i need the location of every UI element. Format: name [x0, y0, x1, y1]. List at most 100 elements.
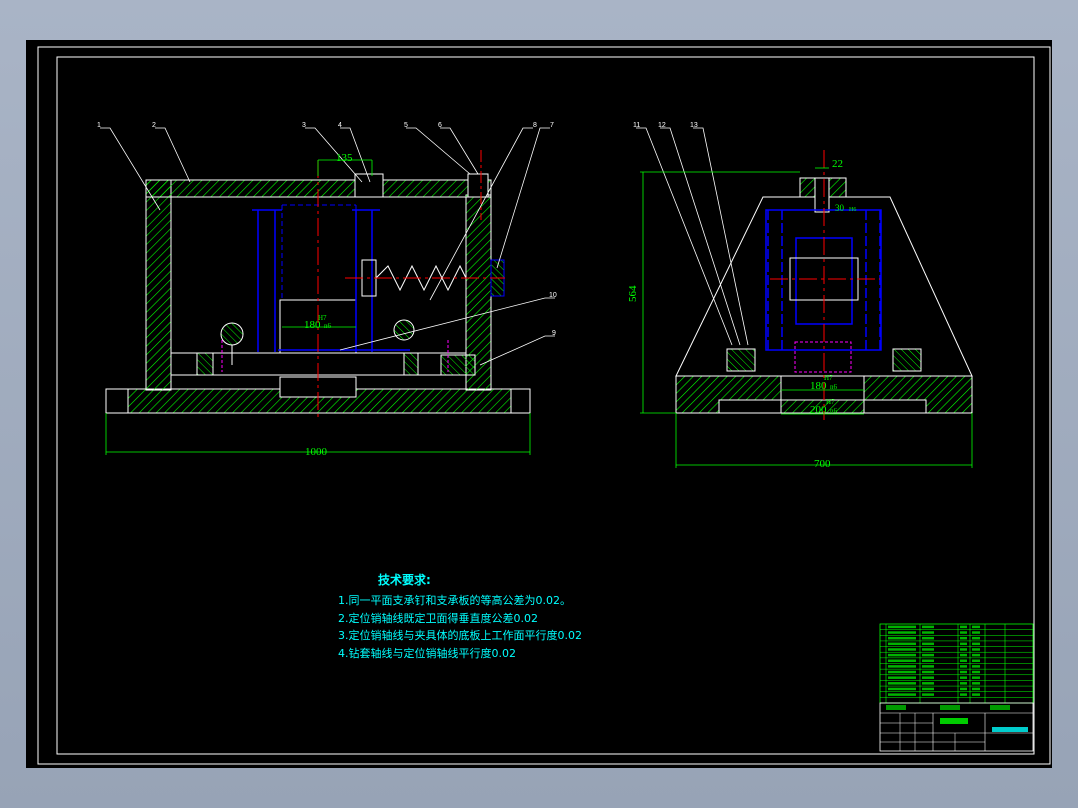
dimension-side-hole: 30 [835, 203, 845, 213]
inner-base-pad-right [403, 352, 419, 376]
part-label: 12 [658, 122, 666, 129]
bom-cell-mark [960, 642, 967, 646]
bom-cell-mark [960, 653, 967, 657]
bom-cell-mark [922, 659, 934, 662]
bom-cell-mark [972, 625, 980, 629]
notes-heading: 技术要求: [378, 572, 431, 587]
part-label: 2 [152, 122, 156, 129]
bom-cell-mark [888, 687, 916, 691]
bom-cell-mark [922, 653, 934, 657]
bom-cell-mark [960, 687, 967, 691]
part-label: 3 [302, 122, 306, 129]
bom-cell-mark [960, 631, 967, 634]
bom-cell-mark [888, 625, 916, 629]
bom-cell-mark [960, 676, 967, 679]
side-right-clamp [892, 348, 922, 372]
gauge-left [220, 322, 244, 346]
bom-cell-mark [960, 648, 967, 651]
note-item: 3.定位销轴线与夹具体的底板上工作面平行度0.02 [338, 628, 582, 642]
bom-cell-mark [972, 687, 980, 691]
side-base-recess-left [718, 399, 782, 414]
bom-cell-mark [888, 653, 916, 657]
dimension-pin-fit: 180 [304, 319, 321, 331]
bom-cell-mark [922, 625, 934, 629]
bom-cell-mark [888, 648, 916, 651]
bom-cell-mark [888, 670, 916, 674]
bom-cell-mark [972, 676, 980, 679]
cad-drawing-canvas: 1 2 3 4 5 6 8 7 10 9 1000 135 H7 180 n6 [26, 40, 1052, 768]
bom-cell-mark [960, 665, 967, 668]
bom-cell-mark [972, 659, 980, 662]
bom-cell-mark [972, 653, 980, 657]
dimension-pin-fit-sub: n6 [324, 322, 332, 330]
bom-cell-mark [922, 642, 934, 646]
part-label: 4 [338, 122, 342, 129]
left-wall [145, 179, 172, 391]
bom-cell-mark [972, 670, 980, 674]
dimension-side-top: 22 [832, 158, 843, 170]
bom-cell-mark [922, 693, 934, 696]
part-label: 1 [97, 122, 101, 129]
bom-cell-mark [972, 693, 980, 696]
bom-cell-mark [888, 659, 916, 662]
bom-cell-mark [922, 676, 934, 679]
bom-cell-mark [972, 665, 980, 668]
bom-cell-mark [888, 631, 916, 634]
side-top-hole [814, 177, 830, 213]
dimension-side-pin-sub: n6 [830, 383, 838, 391]
dimension-top-offset: 135 [336, 152, 353, 164]
inner-base-pad-left [196, 352, 214, 376]
clamp-body [440, 354, 476, 376]
bom-cell-mark [960, 670, 967, 674]
bom-cell-mark [922, 670, 934, 674]
bom-cell-mark [960, 682, 967, 685]
note-item: 2.定位销轴线既定卫面得垂直度公差0.02 [338, 611, 538, 625]
side-base-recess-right [863, 399, 927, 414]
bom-cell-mark [960, 659, 967, 662]
bom-cell-mark [972, 636, 980, 640]
dimension-front-width: 1000 [305, 446, 328, 458]
part-label: 13 [690, 122, 698, 129]
top-cover-bushing [354, 173, 384, 198]
part-label: 11 [633, 122, 640, 129]
gauge-right [393, 319, 415, 341]
part-label: 7 [550, 122, 554, 129]
dimension-side-bore-tol: H7 [826, 398, 835, 406]
dimension-side-hole-sub: H6 [849, 207, 856, 213]
dimension-side-height: 564 [627, 285, 639, 302]
bom-cell-mark [888, 636, 916, 640]
bom-cell-mark [888, 693, 916, 696]
bom-cell-mark [960, 636, 967, 640]
bom-cell-mark [960, 693, 967, 696]
bom-cell-mark [888, 642, 916, 646]
top-cover-screw [467, 173, 489, 198]
dimension-side-bore-sub: n6 [830, 407, 838, 415]
part-label: 6 [438, 122, 442, 129]
bom-cell-mark [922, 687, 934, 691]
bom-cell-mark [922, 682, 934, 685]
side-left-clamp [726, 348, 756, 372]
bom-cell-mark [888, 665, 916, 668]
part-label: 8 [533, 122, 537, 129]
dimension-side-pin: 180 [810, 380, 827, 392]
bom-cell-mark [922, 665, 934, 668]
base-slot-left [105, 388, 129, 414]
bom-cell-mark [888, 682, 916, 685]
bom-cell-mark [972, 631, 980, 634]
bom-cell-mark [960, 625, 967, 629]
part-label: 10 [549, 292, 557, 299]
note-item: 1.同一平面支承钉和支承板的等高公差为0.02。 [338, 593, 571, 607]
bom-cell-mark [922, 631, 934, 634]
bom-cell-mark [922, 648, 934, 651]
dimension-side-bore: 200 [810, 404, 827, 416]
bom-cell-mark [888, 676, 916, 679]
base-slot-right [510, 388, 531, 414]
part-label: 9 [552, 330, 556, 337]
note-item: 4.钻套轴线与定位销轴线平行度0.02 [338, 646, 516, 660]
bom-cell-mark [922, 636, 934, 640]
bom-cell-mark [972, 642, 980, 646]
dimension-side-width: 700 [814, 458, 831, 470]
bom-cell-mark [972, 648, 980, 651]
part-label: 5 [404, 122, 408, 129]
bom-cell-mark [972, 682, 980, 685]
